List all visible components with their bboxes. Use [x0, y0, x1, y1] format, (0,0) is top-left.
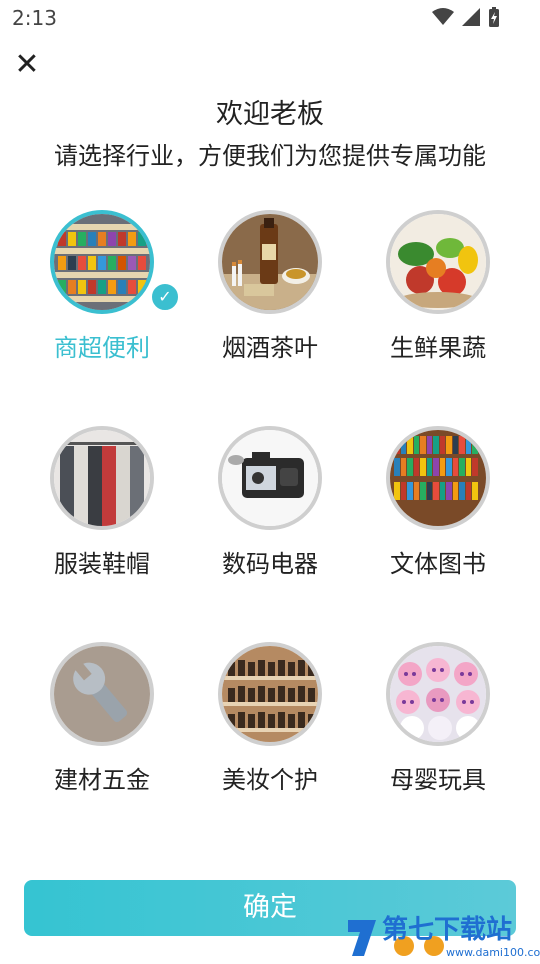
watermark-logo: 第七下载站 www.dami100.com [342, 908, 540, 960]
wifi-icon [432, 8, 454, 30]
close-icon: ✕ [14, 47, 40, 82]
page-subtitle: 请选择行业，方便我们为您提供专属功能 [54, 142, 486, 170]
category-fresh-produce[interactable]: 生鲜果蔬 [368, 210, 508, 363]
cosmetics-shelf-image [218, 642, 322, 746]
category-hardware[interactable]: 建材五金 [32, 642, 172, 795]
category-digital-appliances[interactable]: 数码电器 [200, 426, 340, 579]
category-label: 服装鞋帽 [54, 550, 150, 578]
clothing-rack-image [50, 426, 154, 530]
close-button[interactable]: ✕ [12, 50, 42, 80]
category-label: 文体图书 [390, 550, 486, 578]
plush-toys-image [386, 642, 490, 746]
status-time: 2:13 [12, 6, 57, 30]
category-supermarket[interactable]: ✓ 商超便利 [32, 210, 180, 363]
category-label: 建材五金 [54, 766, 150, 794]
category-stationery-books[interactable]: 文体图书 [368, 426, 508, 579]
supermarket-shelves-image [50, 210, 154, 314]
bookshelf-image [386, 426, 490, 530]
category-tobacco-liquor-tea[interactable]: 烟酒茶叶 [200, 210, 340, 363]
fresh-produce-image [386, 210, 490, 314]
camera-image [218, 426, 322, 530]
tobacco-liquor-tea-image [218, 210, 322, 314]
category-label: 生鲜果蔬 [390, 334, 486, 362]
battery-icon [488, 7, 500, 31]
category-label: 母婴玩具 [390, 766, 486, 794]
category-label: 美妆个护 [222, 766, 318, 794]
category-label: 商超便利 [54, 334, 150, 362]
category-clothing[interactable]: 服装鞋帽 [32, 426, 172, 579]
status-icons [432, 7, 500, 31]
svg-text:www.dami100.com: www.dami100.com [446, 946, 540, 959]
svg-text:第七下载站: 第七下载站 [382, 914, 512, 945]
page-title: 欢迎老板 [216, 99, 324, 130]
selected-check-icon: ✓ [150, 282, 180, 312]
status-bar: 2:13 [0, 0, 540, 36]
wrench-image [50, 642, 154, 746]
category-label: 数码电器 [222, 550, 318, 578]
category-cosmetics[interactable]: 美妆个护 [200, 642, 340, 795]
category-label: 烟酒茶叶 [222, 334, 318, 362]
category-maternal-toys[interactable]: 母婴玩具 [368, 642, 508, 795]
signal-icon [462, 8, 480, 30]
